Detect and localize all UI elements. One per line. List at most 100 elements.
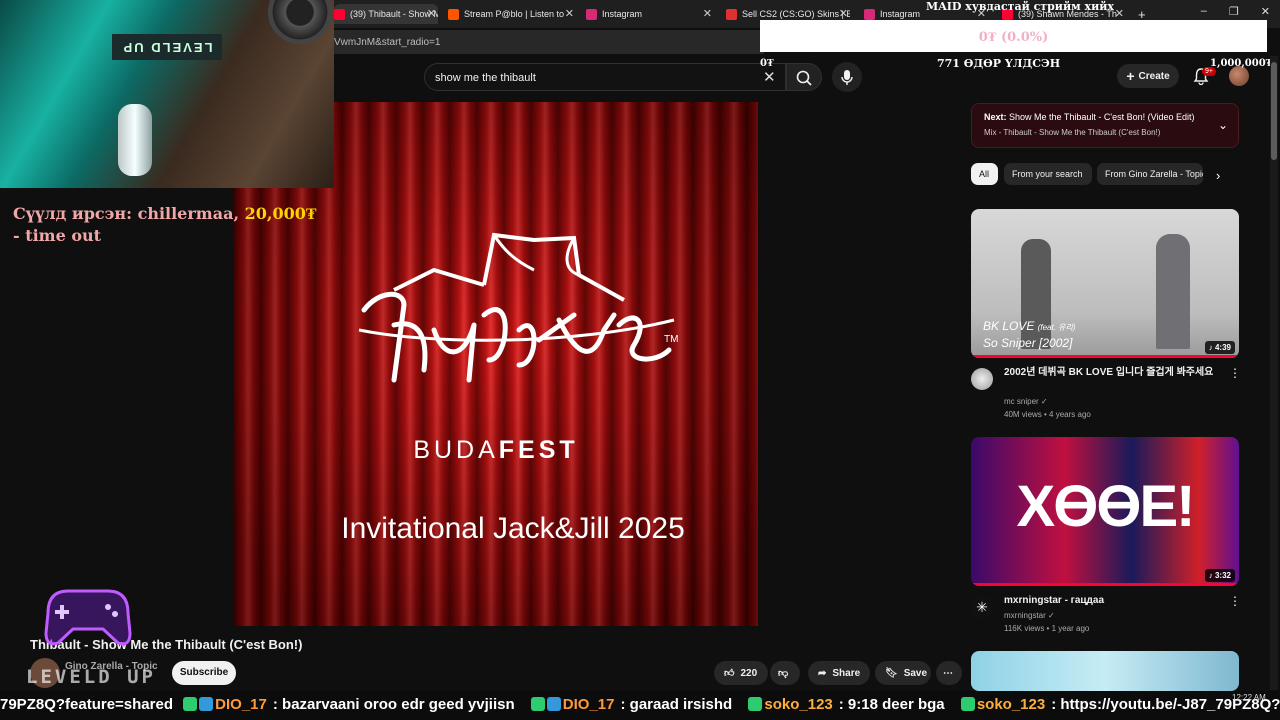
ticker-item: soko_123: 9:18 deer bga (748, 696, 950, 713)
ticker-message: : bazarvaani oroo edr geed yvjiisn (272, 696, 515, 713)
webcam-sign: LEVELD UP (112, 34, 222, 60)
channel-avatar[interactable] (971, 368, 993, 390)
video-title[interactable]: 2002년 데뷔곡 BK LOVE 입니다 즐겁게 봐주세요 (1004, 366, 1222, 379)
close-tab-icon[interactable]: ✕ (703, 7, 712, 20)
instagram-favicon-icon (586, 8, 597, 20)
thumbs-up-icon: 👍︎ (724, 668, 735, 679)
more-options-icon[interactable]: ⋮ (1229, 594, 1241, 608)
tab-label: Instagram (602, 9, 643, 19)
ticker-message: : garaad irsishd (620, 696, 733, 713)
donation-suffix: - time out (13, 226, 102, 245)
watch-progress-bar (971, 583, 1239, 586)
more-horizontal-icon: ⋯ (943, 667, 953, 679)
last-donation-alert: Сүүлд ирсэн: chillermaa, 20,000₮ - time … (13, 203, 323, 247)
video-info: 2002년 데뷔곡 BK LOVE 입니다 즐겁게 봐주세요 mc sniper… (971, 366, 1241, 426)
create-button[interactable]: + Create (1117, 64, 1179, 88)
verified-icon: ✓ (1048, 611, 1055, 620)
up-next-title: Next: Show Me the Thibault - C'est Bon! … (984, 112, 1226, 122)
browser-tab-youtube[interactable]: (39) Thibault - Show Me t ✕ (334, 4, 438, 24)
streamer-webcam: LEVELD UP (0, 0, 334, 188)
chip-from-your-search[interactable]: From your search (1004, 163, 1092, 185)
like-count: 220 (740, 667, 758, 679)
channel-name-text: mxrningstar (1004, 611, 1046, 620)
account-avatar[interactable] (1229, 66, 1249, 86)
budafest-wordmark: BUDAFEST (234, 436, 758, 465)
browser-tab-soundcloud[interactable]: Stream P@blo | Listen to ✕ (448, 4, 576, 24)
like-button[interactable]: 👍︎ 220 (714, 661, 768, 685)
tab-label: Stream P@blo | Listen to (464, 9, 565, 19)
filter-chips: All From your search From Gino Zarella -… (971, 163, 1239, 187)
search-icon (796, 70, 812, 86)
thumbs-down-icon: 👎︎ (778, 668, 789, 679)
dartboard (268, 0, 332, 44)
plus-icon: + (1126, 68, 1135, 84)
video-thumbnail[interactable]: ХӨӨЕ! ♪ 3:32 (971, 437, 1239, 586)
scrollbar-thumb[interactable] (1271, 62, 1277, 160)
voice-search-button[interactable] (832, 62, 862, 92)
up-next-mix-title: Mix - Thibault - Show Me the Thibault (C… (984, 128, 1161, 137)
share-button[interactable]: ➦ Share (808, 661, 870, 685)
channel-name[interactable]: mc sniper ✓ (1004, 397, 1048, 406)
more-options-icon[interactable]: ⋮ (1229, 366, 1241, 380)
badge-icon (960, 697, 975, 711)
create-label: Create (1138, 70, 1170, 82)
channel-avatar[interactable]: ✳ (971, 596, 993, 618)
donation-prefix: Сүүлд ирсэн: chillermaa, (13, 204, 240, 223)
dislike-button[interactable]: 👎︎ (770, 661, 800, 685)
chip-from-channel[interactable]: From Gino Zarella - Topic (1097, 163, 1203, 185)
more-actions-button[interactable]: ⋯ (936, 661, 962, 685)
ticker-message: : 9:18 deer bga (838, 696, 945, 713)
bookmark-icon: 🔖︎ (885, 667, 898, 679)
share-label: Share (832, 667, 861, 679)
badge-icon (546, 697, 561, 711)
badge-icon (530, 697, 545, 711)
leveled-up-brand: LEVELD UP (26, 666, 156, 688)
channel-name-text: mc sniper (1004, 397, 1039, 406)
verified-icon: ✓ (1040, 397, 1048, 406)
up-next-label: Next: (984, 112, 1007, 122)
soundcloud-favicon-icon (448, 8, 459, 20)
video-meta: 40M views • 4 years ago (1004, 410, 1091, 419)
search-button[interactable] (786, 63, 822, 91)
badge-icon (748, 697, 763, 711)
save-button[interactable]: 🔖︎ Save (875, 661, 931, 685)
video-duration: ♪ 3:32 (1204, 569, 1235, 582)
address-bar[interactable]: VwmJnM&start_radio=1 (334, 30, 764, 54)
search-input[interactable]: show me the thibault (424, 63, 786, 91)
clear-search-icon[interactable]: ✕ (763, 68, 776, 86)
goal-progress-bar: 0₮ (0.0%) (760, 20, 1267, 52)
close-tab-icon[interactable]: ✕ (427, 7, 436, 20)
video-thumbnail[interactable] (971, 651, 1239, 691)
nutcracker-swing-logo (358, 232, 675, 383)
share-icon: ➦ (818, 667, 827, 679)
tab-label: (39) Thibault - Show Me t (350, 9, 438, 19)
up-next-panel[interactable]: Next: Show Me the Thibault - C'est Bon! … (971, 103, 1239, 148)
chevron-down-icon[interactable]: ⌄ (1218, 118, 1228, 132)
page-scrollbar[interactable] (1270, 56, 1278, 690)
save-label: Save (903, 667, 928, 679)
channel-name[interactable]: mxrningstar ✓ (1004, 611, 1055, 620)
up-next-video-title: Show Me the Thibault - C'est Bon! (Video… (1009, 112, 1195, 122)
video-thumbnail[interactable]: BK LOVE (feat. 유리) So Sniper [2002] ♪ 4:… (971, 209, 1239, 358)
video-caption: Invitational Jack&Jill 2025 (341, 512, 685, 545)
close-tab-icon[interactable]: ✕ (565, 7, 574, 20)
ticker-lead: 79PZ8Q?feature=shared (0, 696, 173, 713)
thumbnail-caption-feat: (feat. 유리) (1037, 323, 1076, 332)
duration-text: 4:39 (1214, 343, 1231, 352)
ticker-user: DIO_17 (562, 696, 615, 713)
webcam-microphone (118, 104, 152, 176)
goal-target: 1,000,000₮ (1210, 58, 1273, 69)
video-info: ✳ mxrningstar - гацдаа mxrningstar ✓ 116… (971, 594, 1241, 644)
chip-all[interactable]: All (971, 163, 998, 185)
buda-text: BUDA (413, 436, 499, 464)
thumbnail-person (1156, 234, 1190, 349)
thumbnail-caption: BK LOVE (feat. 유리) (983, 319, 1076, 333)
ticker-user: soko_123 (976, 696, 1046, 713)
chevron-right-icon[interactable]: › (1216, 168, 1220, 183)
subscribe-button[interactable]: Subscribe (172, 661, 236, 685)
donation-amount: 20,000₮ (244, 204, 317, 223)
video-title[interactable]: mxrningstar - гацдаа (1004, 594, 1222, 607)
badge-icon (183, 697, 198, 711)
microphone-icon (841, 70, 853, 85)
browser-tab-instagram[interactable]: Instagram ✕ (586, 4, 714, 24)
